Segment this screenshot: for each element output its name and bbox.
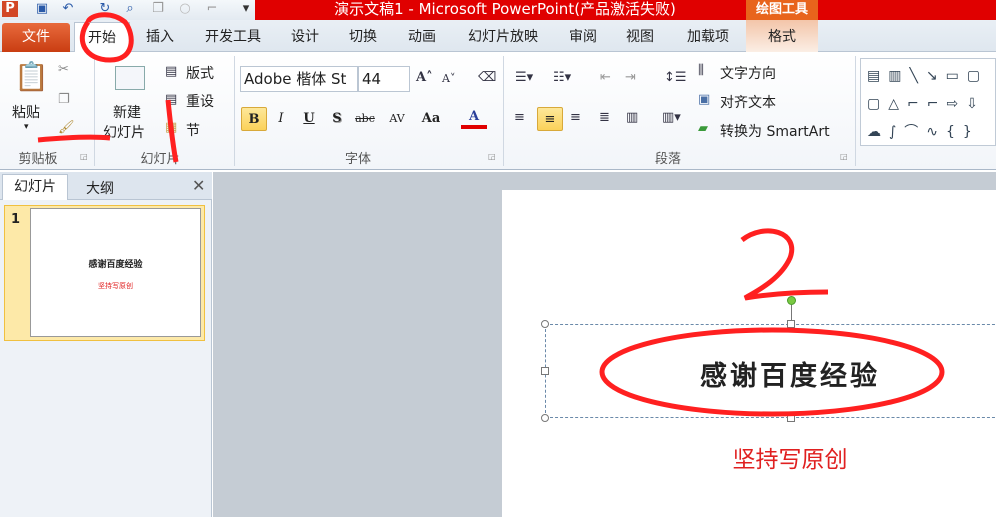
tab-addins[interactable]: 加载项 xyxy=(680,20,736,52)
paragraph-group-label: 段落 xyxy=(654,152,681,167)
customize-qat-icon[interactable]: ▾ xyxy=(238,1,254,17)
tab-slides[interactable]: 幻灯片 xyxy=(2,174,68,200)
strikethrough-button[interactable]: abc xyxy=(352,107,378,131)
section-icon: ▦ xyxy=(165,120,178,135)
dialog-launcher-icon[interactable]: ◲ xyxy=(840,152,848,161)
font-size-select[interactable]: 44 xyxy=(358,66,410,92)
new-slide-icon[interactable] xyxy=(115,66,145,90)
tab-home[interactable]: 开始 xyxy=(74,22,130,53)
slide-number: 1 xyxy=(11,212,21,227)
divider xyxy=(94,56,95,166)
tab-view[interactable]: 视图 xyxy=(620,20,660,52)
columns-icon[interactable]: ▥▾ xyxy=(662,110,681,125)
resize-handle[interactable] xyxy=(541,414,549,422)
copy-icon[interactable]: ❐ xyxy=(150,1,166,17)
bold-button[interactable]: B xyxy=(241,107,267,131)
bullets-icon[interactable]: ☰▾ xyxy=(515,70,533,85)
align-text-icon: ▣ xyxy=(698,92,711,107)
align-left-icon[interactable]: ≡ xyxy=(514,110,525,125)
convert-smartart-button[interactable]: 转换为 SmartArt xyxy=(720,121,830,141)
drawing-tools-label: 绘图工具 xyxy=(746,0,818,20)
slide-title[interactable]: 感谢百度经验 xyxy=(600,354,980,393)
tab-outline[interactable]: 大纲 xyxy=(86,178,114,198)
font-color-button[interactable]: A xyxy=(461,107,487,129)
shadow-button[interactable]: S xyxy=(324,107,350,131)
resize-handle[interactable] xyxy=(787,320,795,328)
tab-developer[interactable]: 开发工具 xyxy=(198,20,268,52)
tab-design[interactable]: 设计 xyxy=(285,20,325,52)
thumb-title: 感谢百度经验 xyxy=(88,260,143,270)
resize-handle[interactable] xyxy=(541,320,549,328)
slides-group-label: 幻灯片 xyxy=(140,152,180,167)
circle-icon[interactable]: ○ xyxy=(177,1,193,17)
tab-insert[interactable]: 插入 xyxy=(140,20,180,52)
powerpoint-logo-icon: P xyxy=(2,1,18,17)
italic-button[interactable]: I xyxy=(268,107,294,131)
section-button[interactable]: 节 xyxy=(186,120,200,140)
window-title: 演示文稿1 - Microsoft PowerPoint(产品激活失败) xyxy=(334,0,676,18)
slide-subtitle[interactable]: 坚持写原创 xyxy=(640,440,940,474)
decrease-indent-icon[interactable]: ⇤ xyxy=(600,70,611,85)
font-group-label: 字体 xyxy=(344,152,371,167)
numbering-icon[interactable]: ☷▾ xyxy=(553,70,571,85)
change-case-button[interactable]: Aa xyxy=(418,107,444,131)
char-spacing-button[interactable]: AV xyxy=(384,107,410,131)
tab-format[interactable]: 格式 xyxy=(746,20,818,52)
shape-icon[interactable]: ⌐ xyxy=(204,1,220,17)
tab-animations[interactable]: 动画 xyxy=(402,20,442,52)
text-direction-icon: ⫼ xyxy=(698,63,704,78)
layout-button[interactable]: 版式 xyxy=(186,63,214,83)
format-painter-icon[interactable]: 🖌 xyxy=(58,120,75,135)
increase-indent-icon[interactable]: ⇥ xyxy=(625,70,636,85)
underline-button[interactable]: U xyxy=(296,107,322,131)
new-slide-label-1[interactable]: 新建 xyxy=(113,102,141,122)
reset-icon: ▤ xyxy=(165,92,178,107)
shape-icons[interactable]: ▤▥╲↘▭▢ ▢△⌐⌐⇨⇩ ☁∫⌒∿{} xyxy=(861,59,995,149)
align-right-icon[interactable]: ≡ xyxy=(570,110,581,125)
paste-button[interactable]: 粘贴 xyxy=(12,102,40,122)
tab-review[interactable]: 审阅 xyxy=(563,20,603,52)
redo-icon[interactable]: ↻ xyxy=(97,1,113,17)
resize-handle[interactable] xyxy=(541,367,549,375)
cut-icon[interactable]: ✂ xyxy=(58,62,69,77)
smartart-icon: ▰ xyxy=(698,121,708,136)
dialog-launcher-icon[interactable]: ◲ xyxy=(488,152,496,161)
align-center-icon[interactable]: ≡ xyxy=(537,107,563,131)
tab-slideshow[interactable]: 幻灯片放映 xyxy=(460,20,546,52)
reset-button[interactable]: 重设 xyxy=(186,91,214,111)
layout-icon: ▤ xyxy=(165,64,178,79)
clear-format-icon[interactable]: ⌫ xyxy=(478,70,496,85)
clipboard-group-label: 剪贴板 xyxy=(18,152,58,167)
rotate-handle[interactable] xyxy=(787,296,796,305)
dialog-launcher-icon[interactable]: ◲ xyxy=(80,152,88,161)
distribute-icon[interactable]: ▥ xyxy=(626,110,638,125)
font-name-select[interactable]: Adobe 楷体 St xyxy=(240,66,358,92)
undo-icon[interactable]: ↶ xyxy=(60,1,76,17)
copy-icon[interactable]: ❐ xyxy=(58,92,70,107)
slide-thumbnail[interactable]: 感谢百度经验 坚持写原创 xyxy=(30,208,201,337)
close-pane-icon[interactable]: ✕ xyxy=(192,176,205,195)
divider xyxy=(234,56,235,166)
find-icon[interactable]: ⌕ xyxy=(122,1,138,17)
shapes-gallery[interactable]: ▤▥╲↘▭▢ ▢△⌐⌐⇨⇩ ☁∫⌒∿{} xyxy=(860,58,996,146)
save-icon[interactable]: ▣ xyxy=(34,1,50,17)
new-slide-label-2[interactable]: 幻灯片 xyxy=(103,122,145,142)
tab-file[interactable]: 文件 xyxy=(2,23,70,52)
text-direction-button[interactable]: 文字方向 xyxy=(720,63,776,83)
justify-icon[interactable]: ≣ xyxy=(599,110,610,125)
paste-icon[interactable]: 📋 xyxy=(14,60,49,96)
divider xyxy=(855,56,856,166)
paste-dropdown-icon[interactable]: ▾ xyxy=(24,122,29,132)
line-spacing-icon[interactable]: ↕☰ xyxy=(664,70,687,85)
align-text-button[interactable]: 对齐文本 xyxy=(720,92,776,112)
shrink-font-icon[interactable]: A˅ xyxy=(442,72,455,85)
grow-font-icon[interactable]: A˄ xyxy=(416,70,433,85)
divider xyxy=(503,56,504,166)
tab-transitions[interactable]: 切换 xyxy=(343,20,383,52)
resize-handle[interactable] xyxy=(787,414,795,422)
thumb-subtitle: 坚持写原创 xyxy=(98,282,133,290)
